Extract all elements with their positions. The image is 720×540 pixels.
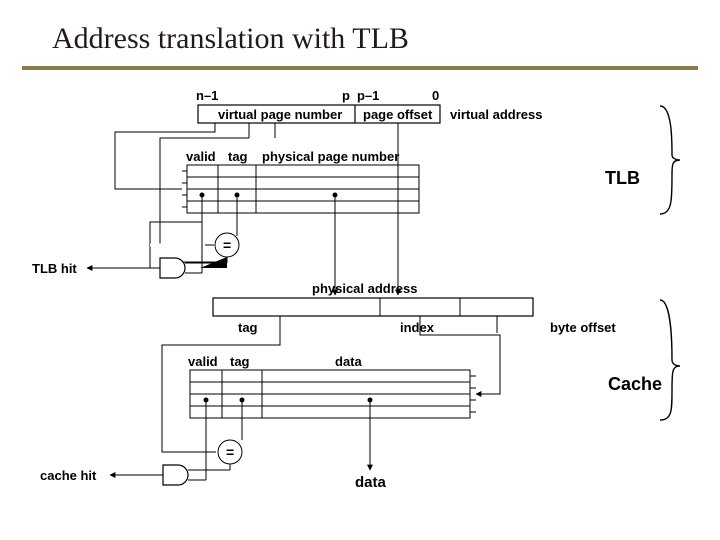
- virtual-address-label: virtual address: [450, 107, 543, 122]
- tlb-col-tag: tag: [228, 149, 248, 164]
- page-title: Address translation with TLB: [52, 22, 409, 56]
- bit-label-0: 0: [432, 88, 439, 103]
- cache-col-tag: tag: [230, 354, 250, 369]
- cache-col-data: data: [335, 354, 362, 369]
- physaddr-index: index: [400, 320, 434, 335]
- physaddr-byteoffset: byte offset: [550, 320, 616, 335]
- cache-side-label: Cache: [608, 374, 662, 395]
- cache-hit-label: cache hit: [40, 468, 96, 483]
- title-underline: [22, 66, 698, 70]
- page-offset-label: page offset: [363, 107, 432, 122]
- bit-label-p1: p–1: [357, 88, 379, 103]
- tlb-side-label: TLB: [605, 168, 640, 189]
- bit-label-p: p: [342, 88, 350, 103]
- bit-label-n1: n–1: [196, 88, 218, 103]
- vpn-label: virtual page number: [218, 107, 342, 122]
- cache-col-valid: valid: [188, 354, 218, 369]
- tlb-col-valid: valid: [186, 149, 216, 164]
- cache-comparator-eq: =: [226, 444, 234, 460]
- tlb-hit-label: TLB hit: [32, 261, 77, 276]
- physaddr-tag: tag: [238, 320, 258, 335]
- tlb-col-ppn: physical page number: [262, 149, 399, 164]
- cache-data-out: data: [355, 474, 386, 491]
- physical-address-label: physical address: [312, 281, 418, 296]
- tlb-diagram: [0, 0, 720, 540]
- tlb-comparator-eq: =: [223, 237, 231, 253]
